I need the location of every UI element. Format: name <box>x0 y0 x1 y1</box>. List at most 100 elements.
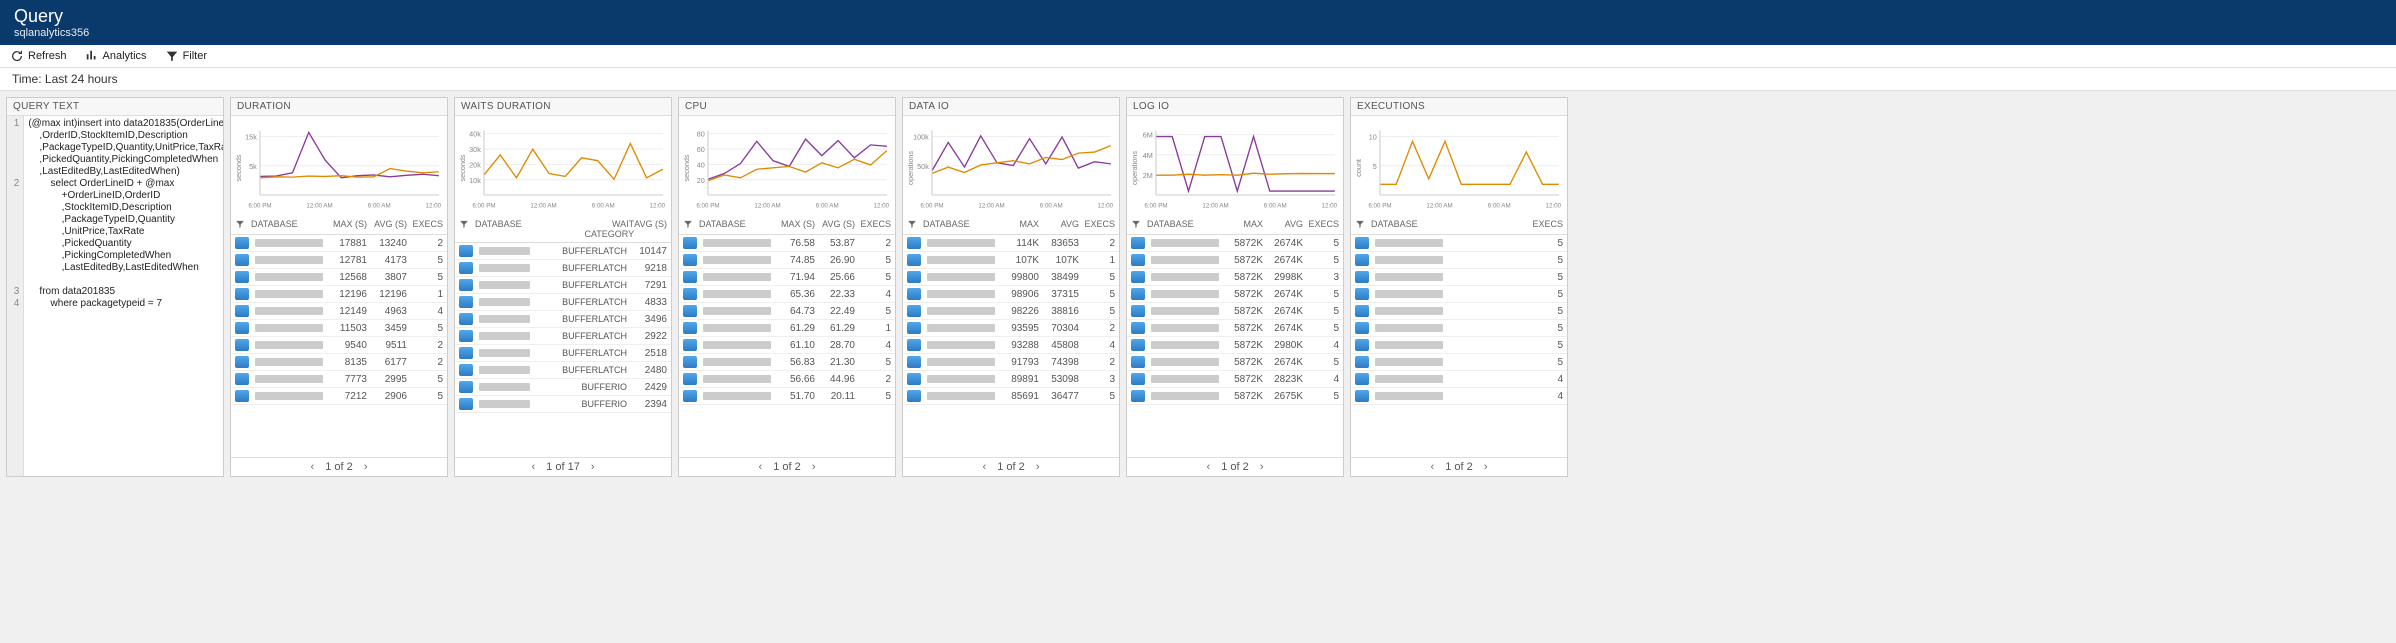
table-row[interactable]: 99800 38499 5 <box>903 269 1119 286</box>
table-row[interactable]: BUFFERLATCH 2922 <box>455 328 671 345</box>
time-range-bar[interactable]: Time: Last 24 hours <box>0 68 2396 91</box>
table-row[interactable]: 5 <box>1351 252 1567 269</box>
prev-page-button[interactable]: ‹ <box>759 461 763 473</box>
table-row[interactable]: 56.66 44.96 2 <box>679 371 895 388</box>
table-row[interactable]: 93288 45808 4 <box>903 337 1119 354</box>
table-row[interactable]: BUFFERLATCH 2480 <box>455 362 671 379</box>
row-bar <box>255 239 323 247</box>
table-row[interactable]: 5872K 2980K 4 <box>1127 337 1343 354</box>
table-row[interactable]: 12196 12196 1 <box>231 286 447 303</box>
line-chart[interactable]: 5106:00 PM12:00 AM6:00 AM12:00 PMcount <box>1351 116 1567 216</box>
table-row[interactable]: 5872K 2674K 5 <box>1127 235 1343 252</box>
table-row[interactable]: 71.94 25.66 5 <box>679 269 895 286</box>
table-row[interactable]: 61.10 28.70 4 <box>679 337 895 354</box>
table-row[interactable]: 7212 2906 5 <box>231 388 447 405</box>
table-row[interactable]: BUFFERLATCH 2518 <box>455 345 671 362</box>
table-row[interactable]: 5 <box>1351 320 1567 337</box>
table-row[interactable]: 9540 9511 2 <box>231 337 447 354</box>
prev-page-button[interactable]: ‹ <box>531 461 535 473</box>
table-row[interactable]: 76.58 53.87 2 <box>679 235 895 252</box>
table-row[interactable]: 5 <box>1351 303 1567 320</box>
filter-icon[interactable] <box>235 219 251 231</box>
filter-icon[interactable] <box>907 219 923 231</box>
table-row[interactable]: 12781 4173 5 <box>231 252 447 269</box>
table-row[interactable]: 98906 37315 5 <box>903 286 1119 303</box>
table-row[interactable]: BUFFERLATCH 4833 <box>455 294 671 311</box>
table-row[interactable]: 5 <box>1351 286 1567 303</box>
row-category: BUFFERLATCH <box>534 263 631 273</box>
prev-page-button[interactable]: ‹ <box>311 461 315 473</box>
prev-page-button[interactable]: ‹ <box>1431 461 1435 473</box>
table-row[interactable]: 5 <box>1351 269 1567 286</box>
svg-text:12:00 PM: 12:00 PM <box>649 203 667 210</box>
table-row[interactable]: 12568 3807 5 <box>231 269 447 286</box>
table-row[interactable]: 65.36 22.33 4 <box>679 286 895 303</box>
col-avg: AVG (S) <box>634 219 667 239</box>
table-row[interactable]: 4 <box>1351 371 1567 388</box>
table-row[interactable]: 7773 2995 5 <box>231 371 447 388</box>
next-page-button[interactable]: › <box>1036 461 1040 473</box>
line-chart[interactable]: 5k15k6:00 PM12:00 AM6:00 AM12:00 PMsecon… <box>231 116 447 216</box>
table-row[interactable]: 98226 38816 5 <box>903 303 1119 320</box>
panel-title: DURATION <box>231 98 447 116</box>
row-execs: 5 <box>1527 238 1563 249</box>
table-row[interactable]: 114K 83653 2 <box>903 235 1119 252</box>
table-row[interactable]: 5872K 2674K 5 <box>1127 354 1343 371</box>
table-row[interactable]: 5872K 2674K 5 <box>1127 252 1343 269</box>
line-chart[interactable]: 204060806:00 PM12:00 AM6:00 AM12:00 PMse… <box>679 116 895 216</box>
table-row[interactable]: 5 <box>1351 235 1567 252</box>
table-row[interactable]: 5872K 2675K 5 <box>1127 388 1343 405</box>
table-row[interactable]: 12149 4963 4 <box>231 303 447 320</box>
filter-icon[interactable] <box>1131 219 1147 231</box>
refresh-button[interactable]: Refresh <box>10 49 67 63</box>
table-row[interactable]: BUFFERLATCH 10147 <box>455 243 671 260</box>
table-row[interactable]: BUFFERLATCH 9218 <box>455 260 671 277</box>
table-row[interactable]: 5872K 2823K 4 <box>1127 371 1343 388</box>
table-row[interactable]: BUFFERIO 2429 <box>455 379 671 396</box>
table-row[interactable]: 5872K 2674K 5 <box>1127 286 1343 303</box>
line-chart[interactable]: 2M4M6M6:00 PM12:00 AM6:00 AM12:00 PMoper… <box>1127 116 1343 216</box>
table-row[interactable]: 11503 3459 5 <box>231 320 447 337</box>
line-chart[interactable]: 50k100k6:00 PM12:00 AM6:00 AM12:00 PMope… <box>903 116 1119 216</box>
table-row[interactable]: 5872K 2998K 3 <box>1127 269 1343 286</box>
table-row[interactable]: 61.29 61.29 1 <box>679 320 895 337</box>
filter-icon[interactable] <box>683 219 699 231</box>
table-row[interactable]: 91793 74398 2 <box>903 354 1119 371</box>
table-row[interactable]: 107K 107K 1 <box>903 252 1119 269</box>
table-row[interactable]: 56.83 21.30 5 <box>679 354 895 371</box>
col-avg <box>1487 219 1527 231</box>
table-row[interactable]: 85691 36477 5 <box>903 388 1119 405</box>
filter-button[interactable]: Filter <box>165 49 207 63</box>
next-page-button[interactable]: › <box>812 461 816 473</box>
next-page-button[interactable]: › <box>1484 461 1488 473</box>
next-page-button[interactable]: › <box>364 461 368 473</box>
table-row[interactable]: 5 <box>1351 354 1567 371</box>
table-row[interactable]: 51.70 20.11 5 <box>679 388 895 405</box>
analytics-button[interactable]: Analytics <box>85 49 147 63</box>
row-bar <box>255 375 323 383</box>
table-row[interactable]: 17881 13240 2 <box>231 235 447 252</box>
table-row[interactable]: 5872K 2674K 5 <box>1127 320 1343 337</box>
prev-page-button[interactable]: ‹ <box>1207 461 1211 473</box>
table-row[interactable]: BUFFERIO 2394 <box>455 396 671 413</box>
table-row[interactable]: 5872K 2674K 5 <box>1127 303 1343 320</box>
table-row[interactable]: BUFFERLATCH 3496 <box>455 311 671 328</box>
table-row[interactable]: 74.85 26.90 5 <box>679 252 895 269</box>
row-category: BUFFERIO <box>534 399 631 409</box>
table-row[interactable]: 8135 6177 2 <box>231 354 447 371</box>
table-row[interactable]: 93595 70304 2 <box>903 320 1119 337</box>
row-execs: 2 <box>407 357 443 368</box>
table-row[interactable]: 5 <box>1351 337 1567 354</box>
table-row[interactable]: BUFFERLATCH 7291 <box>455 277 671 294</box>
filter-icon[interactable] <box>1355 219 1371 231</box>
prev-page-button[interactable]: ‹ <box>983 461 987 473</box>
table-row[interactable]: 89891 53098 3 <box>903 371 1119 388</box>
table-row[interactable]: 4 <box>1351 388 1567 405</box>
table-row[interactable]: 64.73 22.49 5 <box>679 303 895 320</box>
row-execs: 5 <box>855 272 891 283</box>
filter-icon[interactable] <box>459 219 475 239</box>
next-page-button[interactable]: › <box>1260 461 1264 473</box>
next-page-button[interactable]: › <box>591 461 595 473</box>
line-chart[interactable]: 10k20k30k40k6:00 PM12:00 AM6:00 AM12:00 … <box>455 116 671 216</box>
code-editor[interactable]: 1 2 34 (@max int)insert into data201835(… <box>7 116 223 476</box>
